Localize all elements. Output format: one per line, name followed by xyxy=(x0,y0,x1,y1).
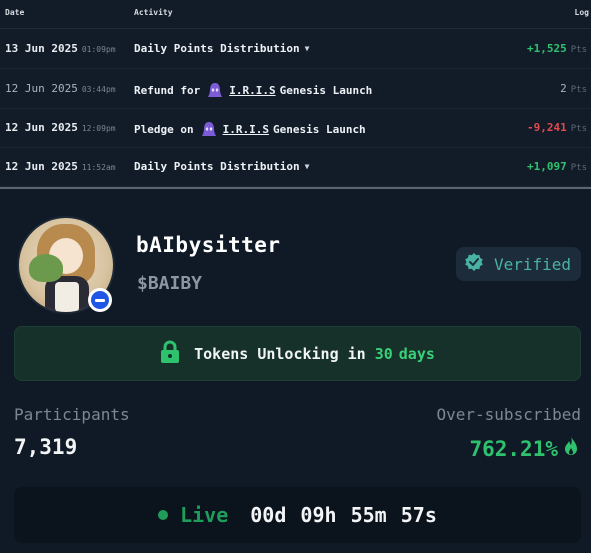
oversubscribed-value: 762.21% xyxy=(469,436,558,461)
project-card: bAIbysitter $BAIBY Verified Tokens Unloc… xyxy=(0,189,591,553)
chevron-down-icon[interactable]: ▼ xyxy=(305,44,310,53)
participants-label: Participants xyxy=(14,405,130,424)
activity-table-header: Date Activity Log xyxy=(0,0,591,29)
row-date: 12 Jun 2025 03:44pm xyxy=(5,82,116,95)
live-countdown: Live 00d 09h 55m 57s xyxy=(14,487,581,543)
chevron-down-icon[interactable]: ▼ xyxy=(305,162,310,171)
project-ticker: $BAIBY xyxy=(137,273,203,294)
activity-row: 12 Jun 2025 03:44pm Refund for I.R.I.S Ge… xyxy=(0,69,591,109)
live-label: Live xyxy=(180,503,229,527)
lock-icon xyxy=(160,340,180,368)
row-activity-suffix: Genesis Launch xyxy=(279,83,373,97)
countdown-timer: 00d 09h 55m 57s xyxy=(250,503,437,527)
verified-badge: Verified xyxy=(456,247,581,281)
row-activity[interactable]: Daily Points Distribution ▼ xyxy=(134,42,309,55)
unlock-days-word: days xyxy=(398,344,435,363)
row-time: 11:52am xyxy=(81,163,116,172)
verified-badge-icon xyxy=(464,252,484,276)
row-points: +1,525 Pts xyxy=(526,42,587,55)
unlock-text: Tokens Unlocking in xyxy=(194,344,366,363)
project-name: bAIbysitter xyxy=(136,233,281,257)
activity-row: 12 Jun 2025 11:52am Daily Points Distribu… xyxy=(0,147,591,187)
verified-label: Verified xyxy=(494,254,572,274)
activity-row: 13 Jun 2025 01:09pm Daily Points Distribu… xyxy=(0,29,591,69)
row-points: +1,097 Pts xyxy=(526,160,587,173)
row-time: 01:09pm xyxy=(81,45,116,54)
row-activity-label: Daily Points Distribution xyxy=(134,160,300,173)
activity-row: 12 Jun 2025 12:09pm Pledge on I.R.I.S Gen… xyxy=(0,108,591,148)
token-link[interactable]: I.R.I.S xyxy=(223,123,269,136)
row-activity: Pledge on I.R.I.S Genesis Launch xyxy=(134,121,366,137)
iris-token-icon xyxy=(201,121,217,137)
row-activity-prefix: Refund for xyxy=(134,83,201,97)
oversubscribed-label: Over-subscribed xyxy=(436,405,582,424)
iris-token-icon xyxy=(207,82,223,98)
unlock-banner: Tokens Unlocking in 30 days xyxy=(14,326,581,381)
row-activity-prefix: Pledge on xyxy=(134,122,194,136)
row-date: 12 Jun 2025 12:09pm xyxy=(5,121,116,134)
live-dot-icon xyxy=(158,510,169,520)
row-date: 12 Jun 2025 11:52am xyxy=(5,160,116,173)
row-points: -9,241 Pts xyxy=(526,121,587,134)
fire-icon xyxy=(563,435,579,462)
row-activity: Refund for I.R.I.S Genesis Launch xyxy=(134,82,372,98)
minus-circle-icon xyxy=(88,288,112,312)
row-activity[interactable]: Daily Points Distribution ▼ xyxy=(134,160,309,173)
column-header-activity: Activity xyxy=(134,8,173,17)
activity-log: Date Activity Log 13 Jun 2025 01:09pm Dai… xyxy=(0,0,591,187)
row-activity-label: Daily Points Distribution xyxy=(134,42,300,55)
column-header-log: Log xyxy=(574,8,589,17)
participants-value: 7,319 xyxy=(14,435,78,459)
row-points: 2 Pts xyxy=(560,82,587,95)
oversubscribed-stat: 762.21% xyxy=(469,435,579,462)
token-link[interactable]: I.R.I.S xyxy=(229,84,275,97)
row-time: 03:44pm xyxy=(81,85,116,94)
row-date: 13 Jun 2025 01:09pm xyxy=(5,42,116,55)
column-header-date: Date xyxy=(5,8,25,17)
row-time: 12:09pm xyxy=(81,124,116,133)
unlock-days: 30 xyxy=(374,344,393,363)
row-activity-suffix: Genesis Launch xyxy=(272,122,366,136)
